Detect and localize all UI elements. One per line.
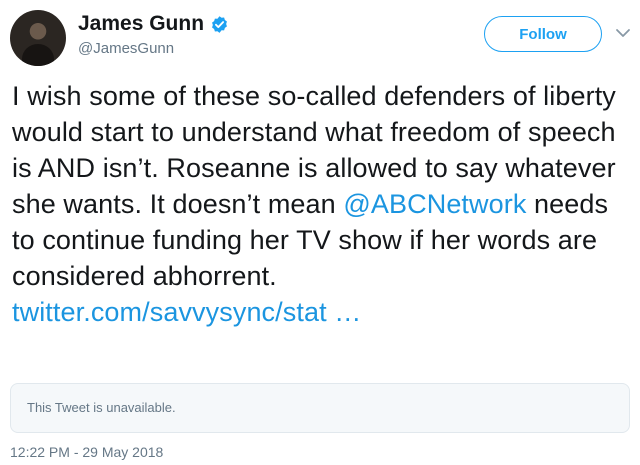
- avatar[interactable]: [10, 10, 66, 66]
- chevron-down-icon[interactable]: [614, 24, 632, 42]
- verified-badge-icon: [210, 15, 229, 34]
- author-handle[interactable]: @JamesGunn: [78, 40, 174, 57]
- follow-button[interactable]: Follow: [484, 16, 602, 52]
- mention-link[interactable]: @ABCNetwork: [343, 189, 526, 219]
- tweet-url-link[interactable]: twitter.com/savvysync/stat …: [12, 297, 361, 327]
- author-name[interactable]: James Gunn: [78, 12, 229, 36]
- author-display-name[interactable]: James Gunn: [78, 12, 204, 36]
- unavailable-message: This Tweet is unavailable.: [27, 400, 176, 415]
- tweet-text: I wish some of these so-called defenders…: [12, 78, 634, 330]
- quoted-tweet-card[interactable]: This Tweet is unavailable.: [10, 383, 630, 433]
- tweet-timestamp[interactable]: 12:22 PM - 29 May 2018: [10, 444, 163, 460]
